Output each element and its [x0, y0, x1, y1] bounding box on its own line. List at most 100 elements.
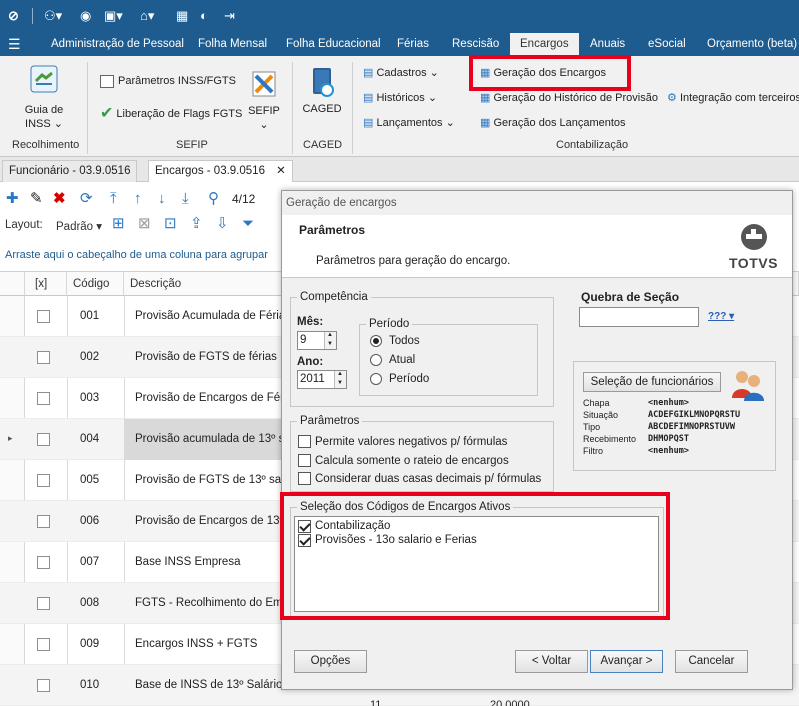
- totvs-logo-icon[interactable]: ⊘: [8, 8, 19, 24]
- add-icon[interactable]: ✚: [6, 191, 19, 207]
- row-select-checkbox[interactable]: [37, 392, 50, 405]
- current-row-indicator-icon: ▸: [8, 433, 13, 443]
- filter-icon[interactable]: ⏷: [242, 216, 254, 232]
- cell-descricao: Provisão de Encargos de 13º S: [135, 515, 284, 527]
- integracao-icon: ⚙: [667, 92, 677, 104]
- radio-atual[interactable]: [370, 354, 382, 366]
- delete-icon[interactable]: ✖: [53, 191, 66, 207]
- menu-item-folha-mensal[interactable]: Folha Mensal: [198, 33, 267, 56]
- layout-select[interactable]: Padrão ▾: [56, 219, 102, 233]
- cell-codigo: 009: [80, 638, 100, 650]
- next-record-icon[interactable]: ↓: [158, 191, 166, 207]
- radio-atual-label: Atual: [389, 354, 416, 366]
- row-indicator-header: [0, 272, 25, 296]
- geracao-lancamentos-button[interactable]: ▦ Geração dos Lançamentos: [480, 116, 626, 130]
- selecao-funcionarios-button[interactable]: Seleção de funcionários: [583, 372, 721, 392]
- tab-encargos[interactable]: Encargos - 03.9.0516 ✕: [148, 160, 293, 182]
- mes-spinner[interactable]: 9: [297, 331, 337, 350]
- quebra-secao-input[interactable]: [579, 307, 699, 327]
- menu-item-encargos[interactable]: Encargos: [510, 33, 579, 56]
- last-record-icon[interactable]: ⤓: [182, 191, 189, 207]
- menu-item-orcamento[interactable]: Orçamento (beta): [707, 33, 797, 56]
- home-icon[interactable]: ⌂▾: [140, 8, 154, 24]
- row-select-checkbox[interactable]: [37, 515, 50, 528]
- row-select-checkbox[interactable]: [37, 556, 50, 569]
- layout-save-icon[interactable]: ⊡: [164, 216, 177, 232]
- menu-item-ferias[interactable]: Férias: [397, 33, 429, 56]
- guia-inss-button[interactable]: Guia de INSS ⌄: [22, 64, 66, 131]
- users-icon[interactable]: ⚇▾: [44, 8, 62, 24]
- filtro-value: ACDEFGIKLMNOPQRSTU: [648, 410, 741, 420]
- row-select-checkbox[interactable]: [37, 679, 50, 692]
- ano-spinner[interactable]: 2011: [297, 370, 347, 389]
- lancamentos-dropdown[interactable]: ▤ Lançamentos ⌄: [363, 116, 455, 130]
- geracao-historico-provisao-button[interactable]: ▦ Geração do Histórico de Provisão: [480, 91, 658, 105]
- menu-item-anuais[interactable]: Anuais: [590, 33, 625, 56]
- layout-download-icon[interactable]: ⇩: [216, 216, 229, 232]
- refresh-icon[interactable]: ⟳: [80, 191, 93, 207]
- layout-add-icon[interactable]: ⊞: [112, 216, 125, 232]
- avancar-button[interactable]: Avançar >: [590, 650, 663, 673]
- menu-item-rescisao[interactable]: Rescisão: [452, 33, 499, 56]
- cell-codigo: 005: [80, 474, 100, 486]
- menu-hamburger-icon[interactable]: ☰: [8, 33, 21, 56]
- column-header-codigo[interactable]: Código: [67, 272, 124, 296]
- checkbox-casas-decimais[interactable]: [298, 472, 311, 485]
- filtro-label: Chapa: [583, 398, 610, 408]
- row-select-checkbox[interactable]: [37, 638, 50, 651]
- cell-descricao: Provisão de Encargos de Féria: [135, 392, 284, 404]
- previous-record-icon[interactable]: ↑: [134, 191, 142, 207]
- mes-label: Mês:: [297, 316, 324, 328]
- cell-codigo: 001: [80, 310, 100, 322]
- parametros-inss-fgts-button[interactable]: Parâmetros INSS/FGTS: [100, 74, 236, 88]
- menu-item-esocial[interactable]: eSocial: [648, 33, 686, 56]
- menu-item-folha-educacional[interactable]: Folha Educacional: [286, 33, 381, 56]
- layout-upload-icon[interactable]: ⇪: [190, 216, 203, 232]
- row-select-checkbox[interactable]: [37, 597, 50, 610]
- menu-item-admin-pessoal[interactable]: Administração de Pessoal: [51, 33, 184, 56]
- row-select-checkbox[interactable]: [37, 351, 50, 364]
- filtro-label: Situação: [583, 410, 619, 420]
- search-icon[interactable]: ⚲: [208, 191, 219, 207]
- row-select-checkbox[interactable]: [37, 310, 50, 323]
- historicos-dropdown[interactable]: ▤ Históricos ⌄: [363, 91, 437, 105]
- grid-icon[interactable]: ▦: [176, 8, 188, 24]
- eye-icon[interactable]: ◉: [80, 8, 91, 24]
- row-select-checkbox[interactable]: [37, 474, 50, 487]
- liberacao-flags-fgts-button[interactable]: ✔ Liberação de Flags FGTS: [100, 106, 242, 122]
- voltar-button[interactable]: < Voltar: [515, 650, 588, 673]
- cancelar-button[interactable]: Cancelar: [675, 650, 748, 673]
- geracao-lancamentos-icon: ▦: [480, 117, 491, 129]
- caged-button[interactable]: CAGED: [302, 66, 342, 116]
- column-header-select[interactable]: [x]: [25, 272, 67, 296]
- cadastros-dropdown[interactable]: ▤ Cadastros ⌄: [363, 66, 439, 80]
- quebra-secao-dropdown[interactable]: ??? ▾: [708, 311, 734, 322]
- ribbon: Guia de INSS ⌄ Recolhimento Parâmetros I…: [0, 56, 799, 157]
- sefip-button[interactable]: SEFIP ⌄: [246, 70, 282, 132]
- tab-funcionario[interactable]: Funcionário - 03.9.0516: [2, 160, 138, 182]
- first-record-icon[interactable]: ⤒: [110, 191, 117, 207]
- cell-codigo: 004: [80, 433, 100, 445]
- cell-codigo: 008: [80, 597, 100, 609]
- cell-codigo: 007: [80, 556, 100, 568]
- integracao-terceiros-button[interactable]: ⚙ Integração com terceiros: [667, 91, 799, 105]
- layout-remove-icon[interactable]: ⊠: [138, 216, 151, 232]
- edit-icon[interactable]: ✎: [30, 191, 43, 207]
- close-tab-icon[interactable]: ✕: [276, 165, 286, 177]
- calendar-icon[interactable]: ▣▾: [104, 8, 123, 24]
- totvs-brand-icon: [741, 224, 767, 250]
- opcoes-button[interactable]: Opções: [294, 650, 367, 673]
- row-select-checkbox[interactable]: [37, 433, 50, 446]
- competencia-group: Competência Mês: 9 Ano: 2011 Período Tod…: [290, 291, 554, 407]
- checkbox-valores-negativos[interactable]: [298, 435, 311, 448]
- filtro-label: Recebimento: [583, 434, 637, 444]
- checkbox-valores-negativos-label: Permite valores negativos p/ fórmulas: [315, 436, 508, 448]
- exit-icon[interactable]: ⇥: [224, 8, 235, 24]
- document-tabs: Funcionário - 03.9.0516 Encargos - 03.9.…: [0, 157, 799, 182]
- radio-periodo[interactable]: [370, 373, 382, 385]
- sefip-label: SEFIP: [248, 105, 280, 117]
- checkbox-rateio-encargos[interactable]: [298, 454, 311, 467]
- radio-todos-label: Todos: [389, 335, 420, 347]
- globe-icon[interactable]: ◐: [200, 8, 208, 24]
- radio-todos[interactable]: [370, 335, 382, 347]
